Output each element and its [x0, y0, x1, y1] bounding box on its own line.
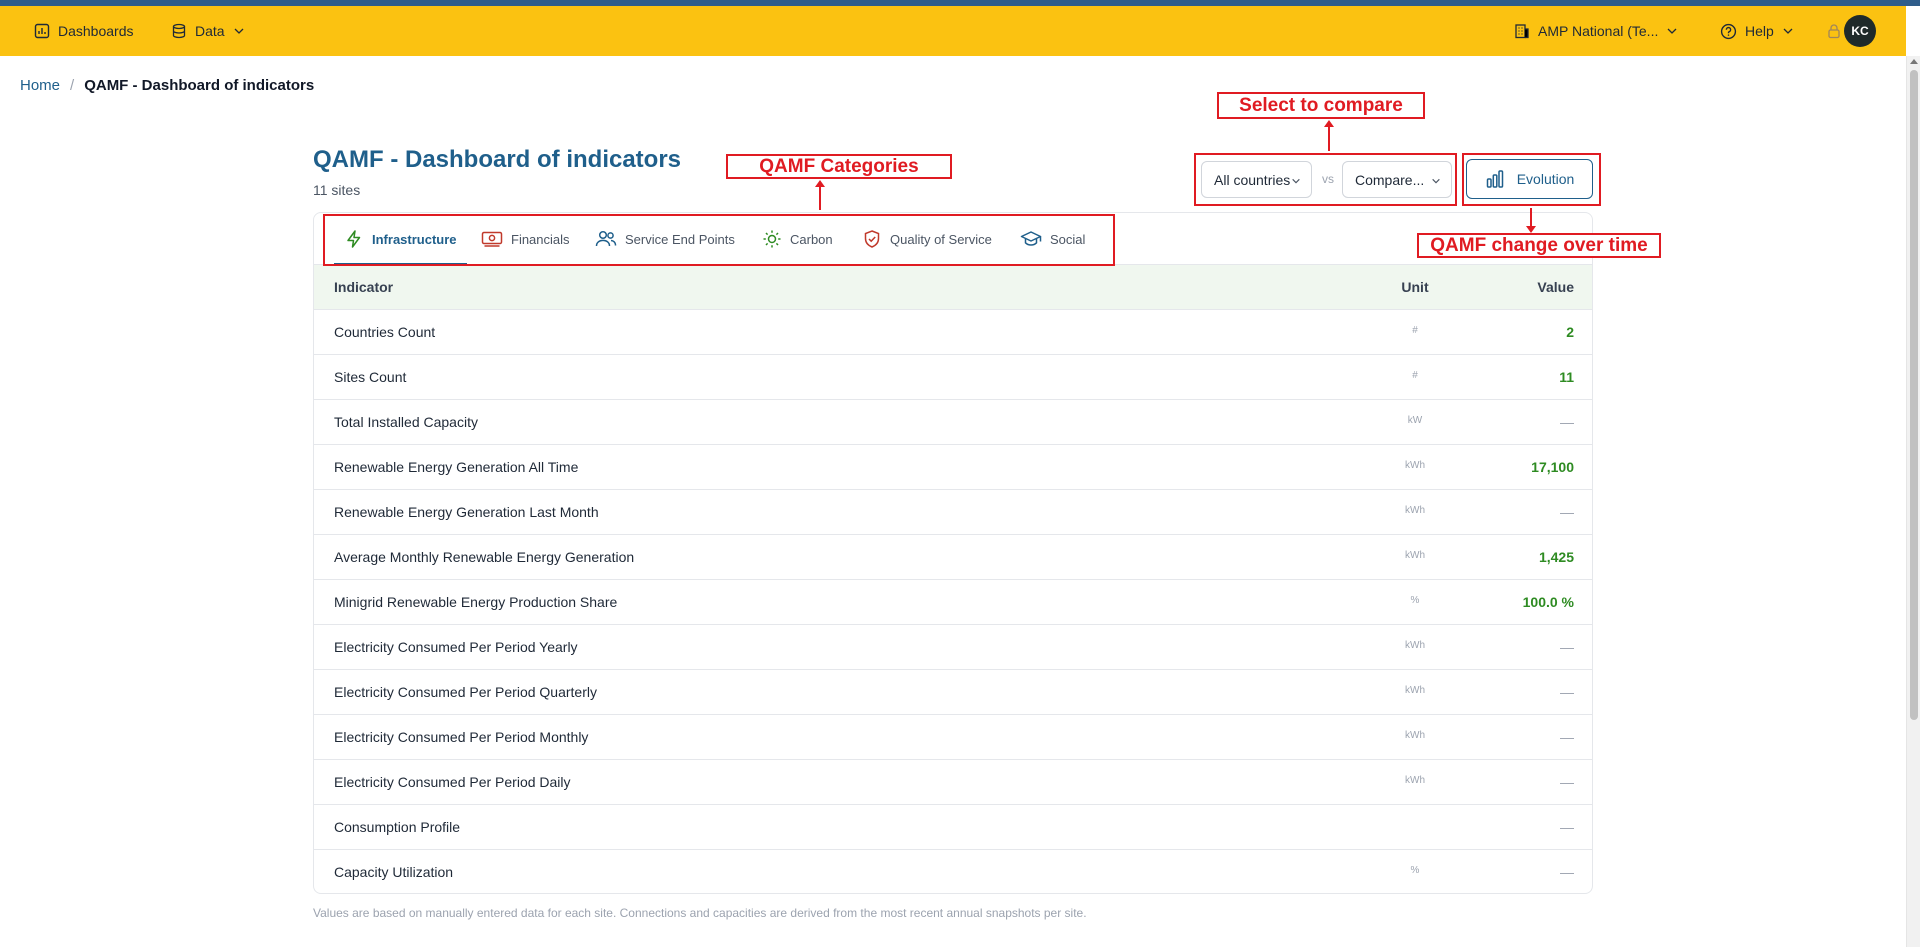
bar-chart-icon [34, 23, 50, 39]
indicator-name: Sites Count [334, 369, 407, 385]
indicator-value: — [1560, 819, 1574, 835]
header-unit: Unit [1401, 279, 1429, 295]
indicator-unit: kWh [1405, 775, 1425, 786]
indicator-value: — [1560, 684, 1574, 700]
table-row: Electricity Consumed Per Period Quarterl… [314, 670, 1592, 715]
indicator-unit: kW [1407, 415, 1423, 426]
help-circle-icon [1720, 23, 1737, 39]
indicator-name: Countries Count [334, 324, 436, 340]
breadcrumb-current: QAMF - Dashboard of indicators [84, 77, 315, 94]
help-menu[interactable]: Help [1720, 6, 1794, 56]
indicator-unit: kWh [1405, 640, 1425, 651]
annotation-evolution-outline [1462, 153, 1601, 206]
header-indicator: Indicator [334, 279, 394, 295]
indicator-value: 1,425 [1538, 549, 1574, 565]
header-value: Value [1537, 279, 1574, 295]
site-count: 11 sites [313, 182, 361, 198]
table-row: Electricity Consumed Per Period Yearly kW… [314, 625, 1592, 670]
database-icon [172, 23, 186, 39]
indicator-unit: % [1410, 865, 1420, 876]
user-avatar[interactable]: KC [1844, 15, 1876, 47]
table-row: Sites Count #11 [314, 355, 1592, 400]
indicator-value: 100.0 % [1522, 594, 1574, 610]
indicator-value: — [1560, 414, 1574, 430]
indicator-value: 11 [1559, 369, 1574, 385]
indicator-value: — [1560, 504, 1574, 520]
table-row: Electricity Consumed Per Period Monthly k… [314, 715, 1592, 760]
indicator-value: — [1560, 774, 1574, 790]
org-selector-label: AMP National (Te... [1538, 23, 1659, 39]
table-row: Consumption Profile — [314, 805, 1592, 850]
indicator-value: 17,100 [1531, 459, 1574, 475]
indicator-name: Electricity Consumed Per Period Quarterl… [334, 684, 597, 700]
table-row: Average Monthly Renewable Energy Generat… [314, 535, 1592, 580]
indicator-name: Average Monthly Renewable Energy Generat… [334, 549, 635, 565]
annotation-categories-arrow [815, 180, 825, 210]
table-header: Indicator Unit Value [314, 265, 1592, 310]
table-row: Renewable Energy Generation All Time kWh 1… [314, 445, 1592, 490]
building-icon [1515, 24, 1529, 39]
chevron-down-icon [1783, 28, 1793, 34]
annotation-compare-label: Select to compare [1217, 92, 1425, 119]
indicator-unit: kWh [1405, 505, 1425, 516]
indicator-name: Electricity Consumed Per Period Monthly [334, 729, 589, 745]
indicator-unit: kWh [1405, 460, 1425, 471]
top-navbar: Dashboards Data AMP National (Te... Help… [0, 6, 1906, 56]
table-row: Total Installed Capacity kW — [314, 400, 1592, 445]
indicator-unit: kWh [1405, 685, 1425, 696]
annotation-evolution-arrow [1526, 208, 1536, 233]
scrollbar-thumb[interactable] [1910, 70, 1918, 720]
nav-dashboards[interactable]: Dashboards [34, 6, 134, 56]
annotation-categories-label: QAMF Categories [726, 154, 952, 179]
indicator-name: Renewable Energy Generation All Time [334, 459, 579, 475]
indicators-card: Infrastructure Financials Service End Po… [313, 212, 1593, 894]
indicator-value: 2 [1566, 324, 1574, 340]
table-row: Renewable Energy Generation Last Month kW… [314, 490, 1592, 535]
help-menu-label: Help [1745, 23, 1774, 39]
indicator-name: Total Installed Capacity [334, 414, 478, 430]
indicator-value: — [1560, 729, 1574, 745]
nav-data-menu[interactable]: Data [171, 6, 245, 56]
scroll-up-arrow-icon[interactable] [1910, 59, 1918, 64]
annotation-tabs-outline [323, 214, 1115, 266]
indicator-name: Renewable Energy Generation Last Month [334, 504, 599, 520]
indicator-unit: kWh [1405, 730, 1425, 741]
chevron-down-icon [1667, 28, 1677, 34]
breadcrumb-separator: / [70, 77, 75, 94]
org-selector[interactable]: AMP National (Te... [1514, 6, 1678, 56]
indicator-unit: kWh [1405, 550, 1425, 561]
table-row: Countries Count #2 [314, 310, 1592, 355]
breadcrumb-home-link[interactable]: Home [20, 77, 60, 94]
annotation-compare-arrow [1324, 120, 1334, 151]
indicator-name: Consumption Profile [334, 819, 461, 835]
table-row: Capacity Utilization% — [314, 850, 1592, 893]
table-row: Electricity Consumed Per Period Daily kWh… [314, 760, 1592, 805]
table-row: Minigrid Renewable Energy Production Sha… [314, 580, 1592, 625]
indicator-name: Capacity Utilization [334, 864, 454, 880]
indicator-name: Minigrid Renewable Energy Production Sha… [334, 594, 618, 610]
chevron-down-icon [234, 28, 244, 34]
breadcrumb: Home / QAMF - Dashboard of indicators [20, 77, 314, 94]
annotation-evolution-label: QAMF change over time [1417, 233, 1661, 258]
indicator-name: Electricity Consumed Per Period Yearly [334, 639, 578, 655]
indicator-unit: # [1412, 370, 1418, 381]
indicator-value: — [1560, 864, 1574, 880]
page-title: QAMF - Dashboard of indicators [313, 146, 682, 173]
page-scrollbar[interactable] [1906, 56, 1920, 947]
indicator-name: Electricity Consumed Per Period Daily [334, 774, 571, 790]
footnote: Values are based on manually entered dat… [313, 906, 1087, 920]
indicator-value: — [1560, 639, 1574, 655]
annotation-compare-outline [1194, 153, 1457, 206]
indicator-unit: # [1412, 325, 1418, 336]
nav-dashboards-label: Dashboards [58, 23, 134, 39]
indicator-unit: % [1410, 595, 1420, 606]
lock-button[interactable] [1826, 6, 1842, 56]
nav-data-label: Data [195, 23, 225, 39]
lock-icon [1828, 24, 1840, 39]
